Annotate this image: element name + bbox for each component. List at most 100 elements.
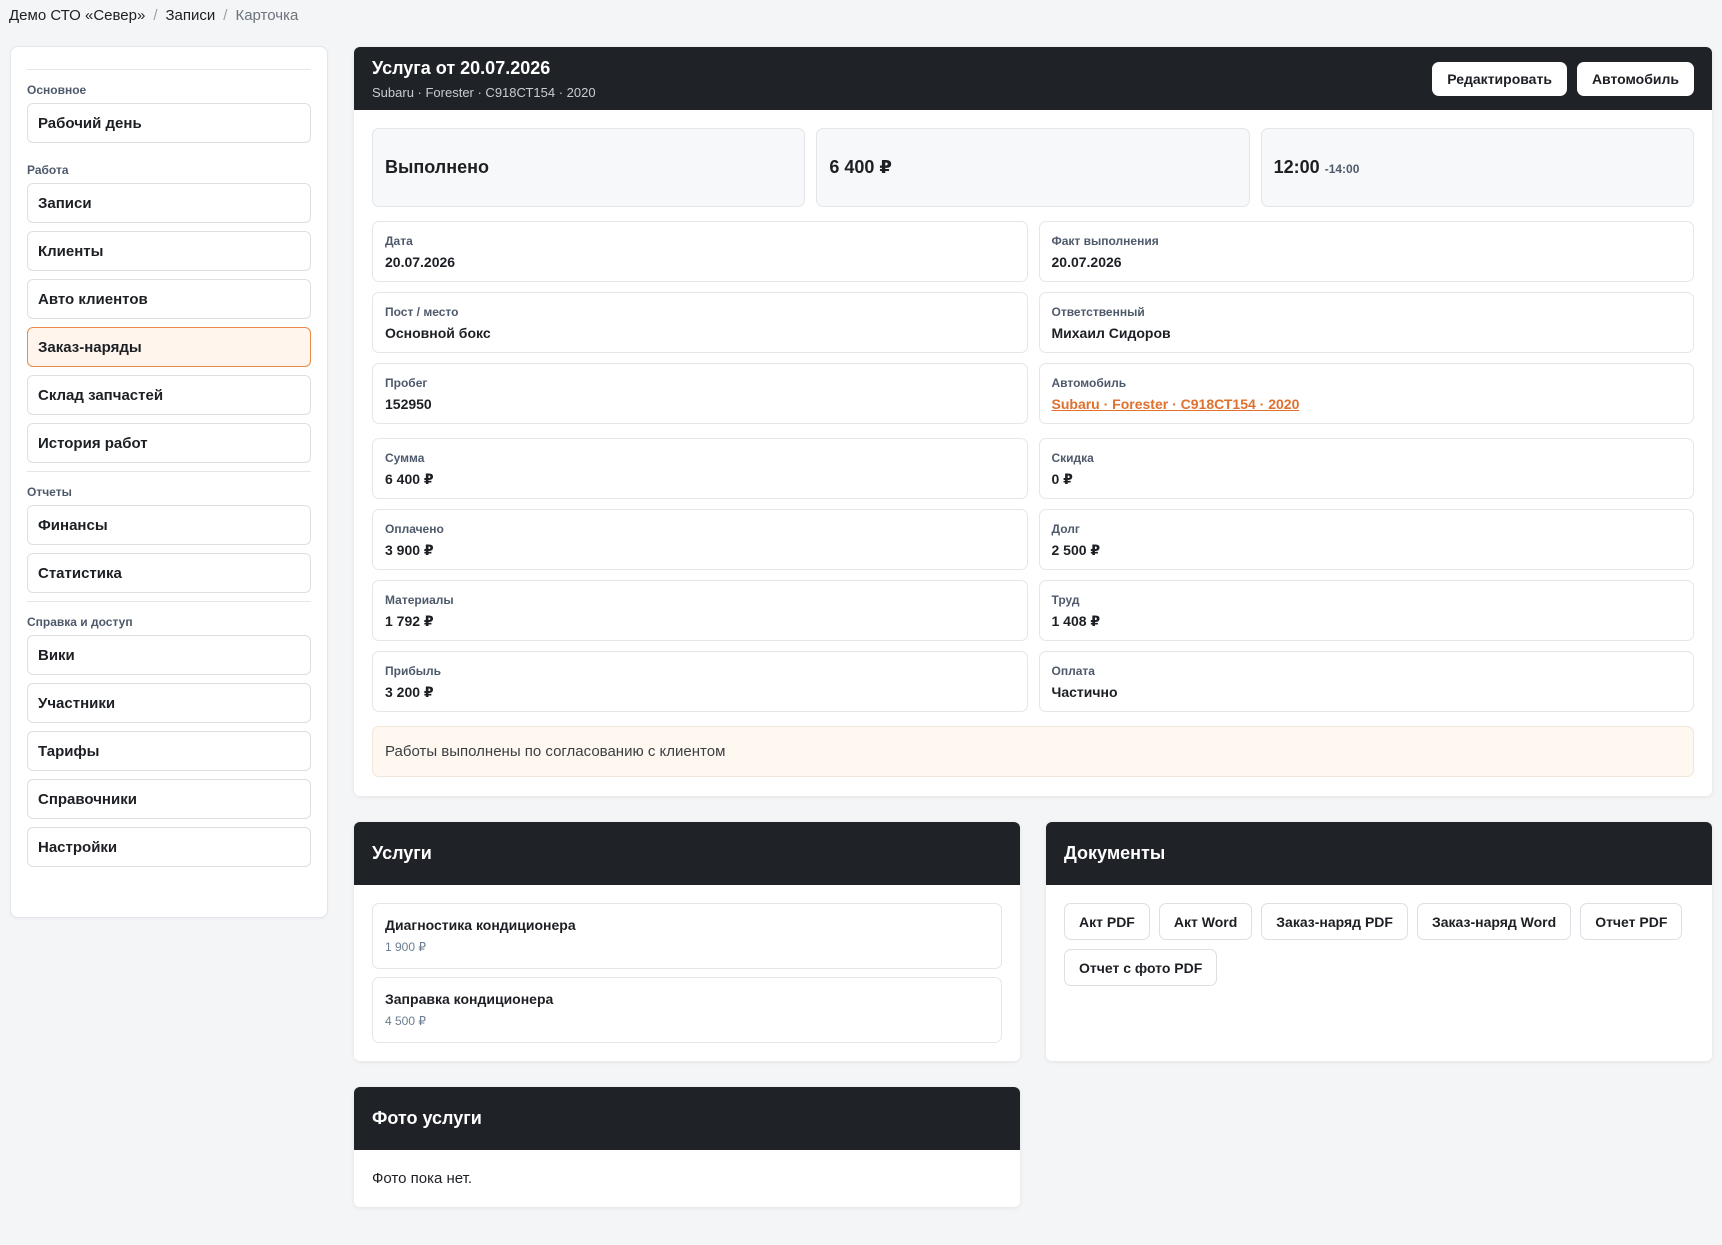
field-label: Оплата bbox=[1051, 664, 1095, 678]
field-value: Михаил Сидоров bbox=[1051, 325, 1171, 341]
breadcrumb-separator: / bbox=[223, 7, 228, 24]
field-car: Автомобиль Subaru · Forester · С918СТ154… bbox=[1038, 363, 1694, 424]
field-mileage: Пробег 152950 bbox=[372, 363, 1028, 424]
work-order-pdf-button[interactable]: Заказ-наряд PDF bbox=[1261, 903, 1408, 940]
field-value: 3 200 ₽ bbox=[385, 684, 434, 700]
sidebar-divider bbox=[27, 69, 311, 70]
sidebar-group-label: Основное bbox=[27, 83, 87, 97]
amount-value: 6 400 ₽ bbox=[829, 157, 892, 177]
field-label: Дата bbox=[385, 234, 413, 248]
service-price: 4 500 ₽ bbox=[385, 1014, 426, 1028]
field-value: Частично bbox=[1051, 684, 1118, 700]
car-link[interactable]: Subaru · Forester · С918СТ154 · 2020 bbox=[1052, 396, 1682, 412]
field-value: 2 500 ₽ bbox=[1051, 542, 1101, 558]
documents-title: Документы bbox=[1064, 843, 1166, 863]
sidebar-divider bbox=[27, 471, 311, 472]
status-stat: Выполнено bbox=[372, 128, 806, 207]
work-order-word-button[interactable]: Заказ-наряд Word bbox=[1416, 903, 1572, 940]
documents-card: Документы Акт PDF Акт Word Заказ-наряд P… bbox=[1046, 822, 1712, 1061]
sidebar-item-client-cars[interactable]: Авто клиентов bbox=[27, 279, 311, 319]
edit-button[interactable]: Редактировать bbox=[1432, 61, 1567, 96]
sidebar-item-wiki[interactable]: Вики bbox=[27, 635, 311, 675]
sidebar-item-clients[interactable]: Клиенты bbox=[27, 231, 311, 271]
status-value: Выполнено bbox=[385, 157, 489, 177]
sidebar-item-tariffs[interactable]: Тарифы bbox=[27, 731, 311, 771]
field-label: Автомобиль bbox=[1051, 376, 1127, 390]
time-start: 12:00 bbox=[1273, 157, 1320, 177]
page-title: Услуга от 20.07.2026 bbox=[372, 57, 551, 78]
field-label: Сумма bbox=[385, 451, 425, 465]
photos-card: Фото услуги Фото пока нет. bbox=[354, 1087, 1020, 1207]
field-label: Скидка bbox=[1051, 451, 1094, 465]
field-label: Оплачено bbox=[385, 522, 444, 536]
field-value: 3 900 ₽ bbox=[385, 542, 434, 558]
report-pdf-button[interactable]: Отчет PDF bbox=[1580, 903, 1683, 940]
field-value: 152950 bbox=[385, 396, 432, 412]
field-paid: Оплачено 3 900 ₽ bbox=[372, 509, 1028, 570]
field-value: Основной бокс bbox=[385, 325, 491, 341]
breadcrumb-separator: / bbox=[153, 7, 158, 24]
service-name: Диагностика кондиционера bbox=[385, 917, 576, 933]
field-label: Пост / место bbox=[385, 305, 459, 319]
field-label: Факт выполнения bbox=[1051, 234, 1159, 248]
details-grid: Дата 20.07.2026 Факт выполнения 20.07.20… bbox=[354, 207, 1712, 712]
field-materials: Материалы 1 792 ₽ bbox=[372, 580, 1028, 641]
breadcrumb: Демо СТО «Север» / Записи / Карточка bbox=[9, 7, 298, 24]
field-label: Пробег bbox=[385, 376, 428, 390]
breadcrumb-item-home[interactable]: Демо СТО «Север» bbox=[9, 7, 145, 24]
sidebar-item-members[interactable]: Участники bbox=[27, 683, 311, 723]
sidebar-item-finance[interactable]: Финансы bbox=[27, 505, 311, 545]
sidebar-item-work-orders[interactable]: Заказ-наряды bbox=[27, 327, 311, 367]
field-label: Труд bbox=[1051, 593, 1080, 607]
sidebar-group-label: Отчеты bbox=[27, 485, 72, 499]
field-value: 1 408 ₽ bbox=[1051, 613, 1101, 629]
services-card: Услуги Диагностика кондиционера 1 900 ₽ … bbox=[354, 822, 1020, 1061]
photos-empty-text: Фото пока нет. bbox=[372, 1170, 472, 1187]
sidebar-item-parts-warehouse[interactable]: Склад запчастей bbox=[27, 375, 311, 415]
service-card-header: Услуга от 20.07.2026 Subaru · Forester ·… bbox=[354, 47, 1712, 110]
sidebar-item-statistics[interactable]: Статистика bbox=[27, 553, 311, 593]
breadcrumb-item-records[interactable]: Записи bbox=[166, 7, 216, 24]
sidebar-item-work-history[interactable]: История работ bbox=[27, 423, 311, 463]
sidebar-group-label: Работа bbox=[27, 163, 69, 177]
field-label: Ответственный bbox=[1051, 305, 1145, 319]
time-stat: 12:00 -14:00 bbox=[1260, 128, 1694, 207]
sidebar-item-records[interactable]: Записи bbox=[27, 183, 311, 223]
sidebar-group-label: Справка и доступ bbox=[27, 615, 133, 629]
act-pdf-button[interactable]: Акт PDF bbox=[1064, 903, 1150, 940]
sidebar-item-references[interactable]: Справочники bbox=[27, 779, 311, 819]
field-label: Материалы bbox=[385, 593, 454, 607]
field-labor: Труд 1 408 ₽ bbox=[1038, 580, 1694, 641]
photos-title: Фото услуги bbox=[372, 1108, 482, 1128]
photo-report-pdf-button[interactable]: Отчет с фото PDF bbox=[1064, 949, 1218, 986]
field-value: 6 400 ₽ bbox=[385, 471, 434, 487]
list-item: Диагностика кондиционера 1 900 ₽ bbox=[372, 903, 1002, 969]
field-value: 20.07.2026 bbox=[385, 254, 456, 270]
time-end: -14:00 bbox=[1324, 161, 1360, 176]
field-profit: Прибыль 3 200 ₽ bbox=[372, 651, 1028, 712]
sidebar-item-workday[interactable]: Рабочий день bbox=[27, 103, 311, 143]
amount-stat: 6 400 ₽ bbox=[816, 128, 1250, 207]
service-note: Работы выполнены по согласованию с клиен… bbox=[372, 726, 1694, 777]
services-title: Услуги bbox=[372, 843, 432, 863]
sidebar-item-settings[interactable]: Настройки bbox=[27, 827, 311, 867]
field-value: 0 ₽ bbox=[1051, 471, 1073, 487]
photos-header: Фото услуги bbox=[354, 1087, 1020, 1150]
car-button[interactable]: Автомобиль bbox=[1576, 61, 1694, 96]
field-label: Долг bbox=[1051, 522, 1080, 536]
act-word-button[interactable]: Акт Word bbox=[1158, 903, 1253, 940]
sidebar-divider bbox=[27, 601, 311, 602]
field-debt: Долг 2 500 ₽ bbox=[1038, 509, 1694, 570]
field-label: Прибыль bbox=[385, 664, 441, 678]
breadcrumb-item-current: Карточка bbox=[235, 7, 299, 24]
services-list: Диагностика кондиционера 1 900 ₽ Заправк… bbox=[354, 885, 1020, 1043]
field-payment: Оплата Частично bbox=[1038, 651, 1694, 712]
field-discount: Скидка 0 ₽ bbox=[1038, 438, 1694, 499]
field-sum: Сумма 6 400 ₽ bbox=[372, 438, 1028, 499]
field-date: Дата 20.07.2026 bbox=[372, 221, 1028, 282]
sidebar: Основное Рабочий день Работа Записи Клие… bbox=[10, 46, 328, 918]
service-name: Заправка кондиционера bbox=[385, 991, 554, 1007]
services-header: Услуги bbox=[354, 822, 1020, 885]
documents-buttons: Акт PDF Акт Word Заказ-наряд PDF Заказ-н… bbox=[1046, 885, 1712, 986]
field-value: 20.07.2026 bbox=[1051, 254, 1122, 270]
